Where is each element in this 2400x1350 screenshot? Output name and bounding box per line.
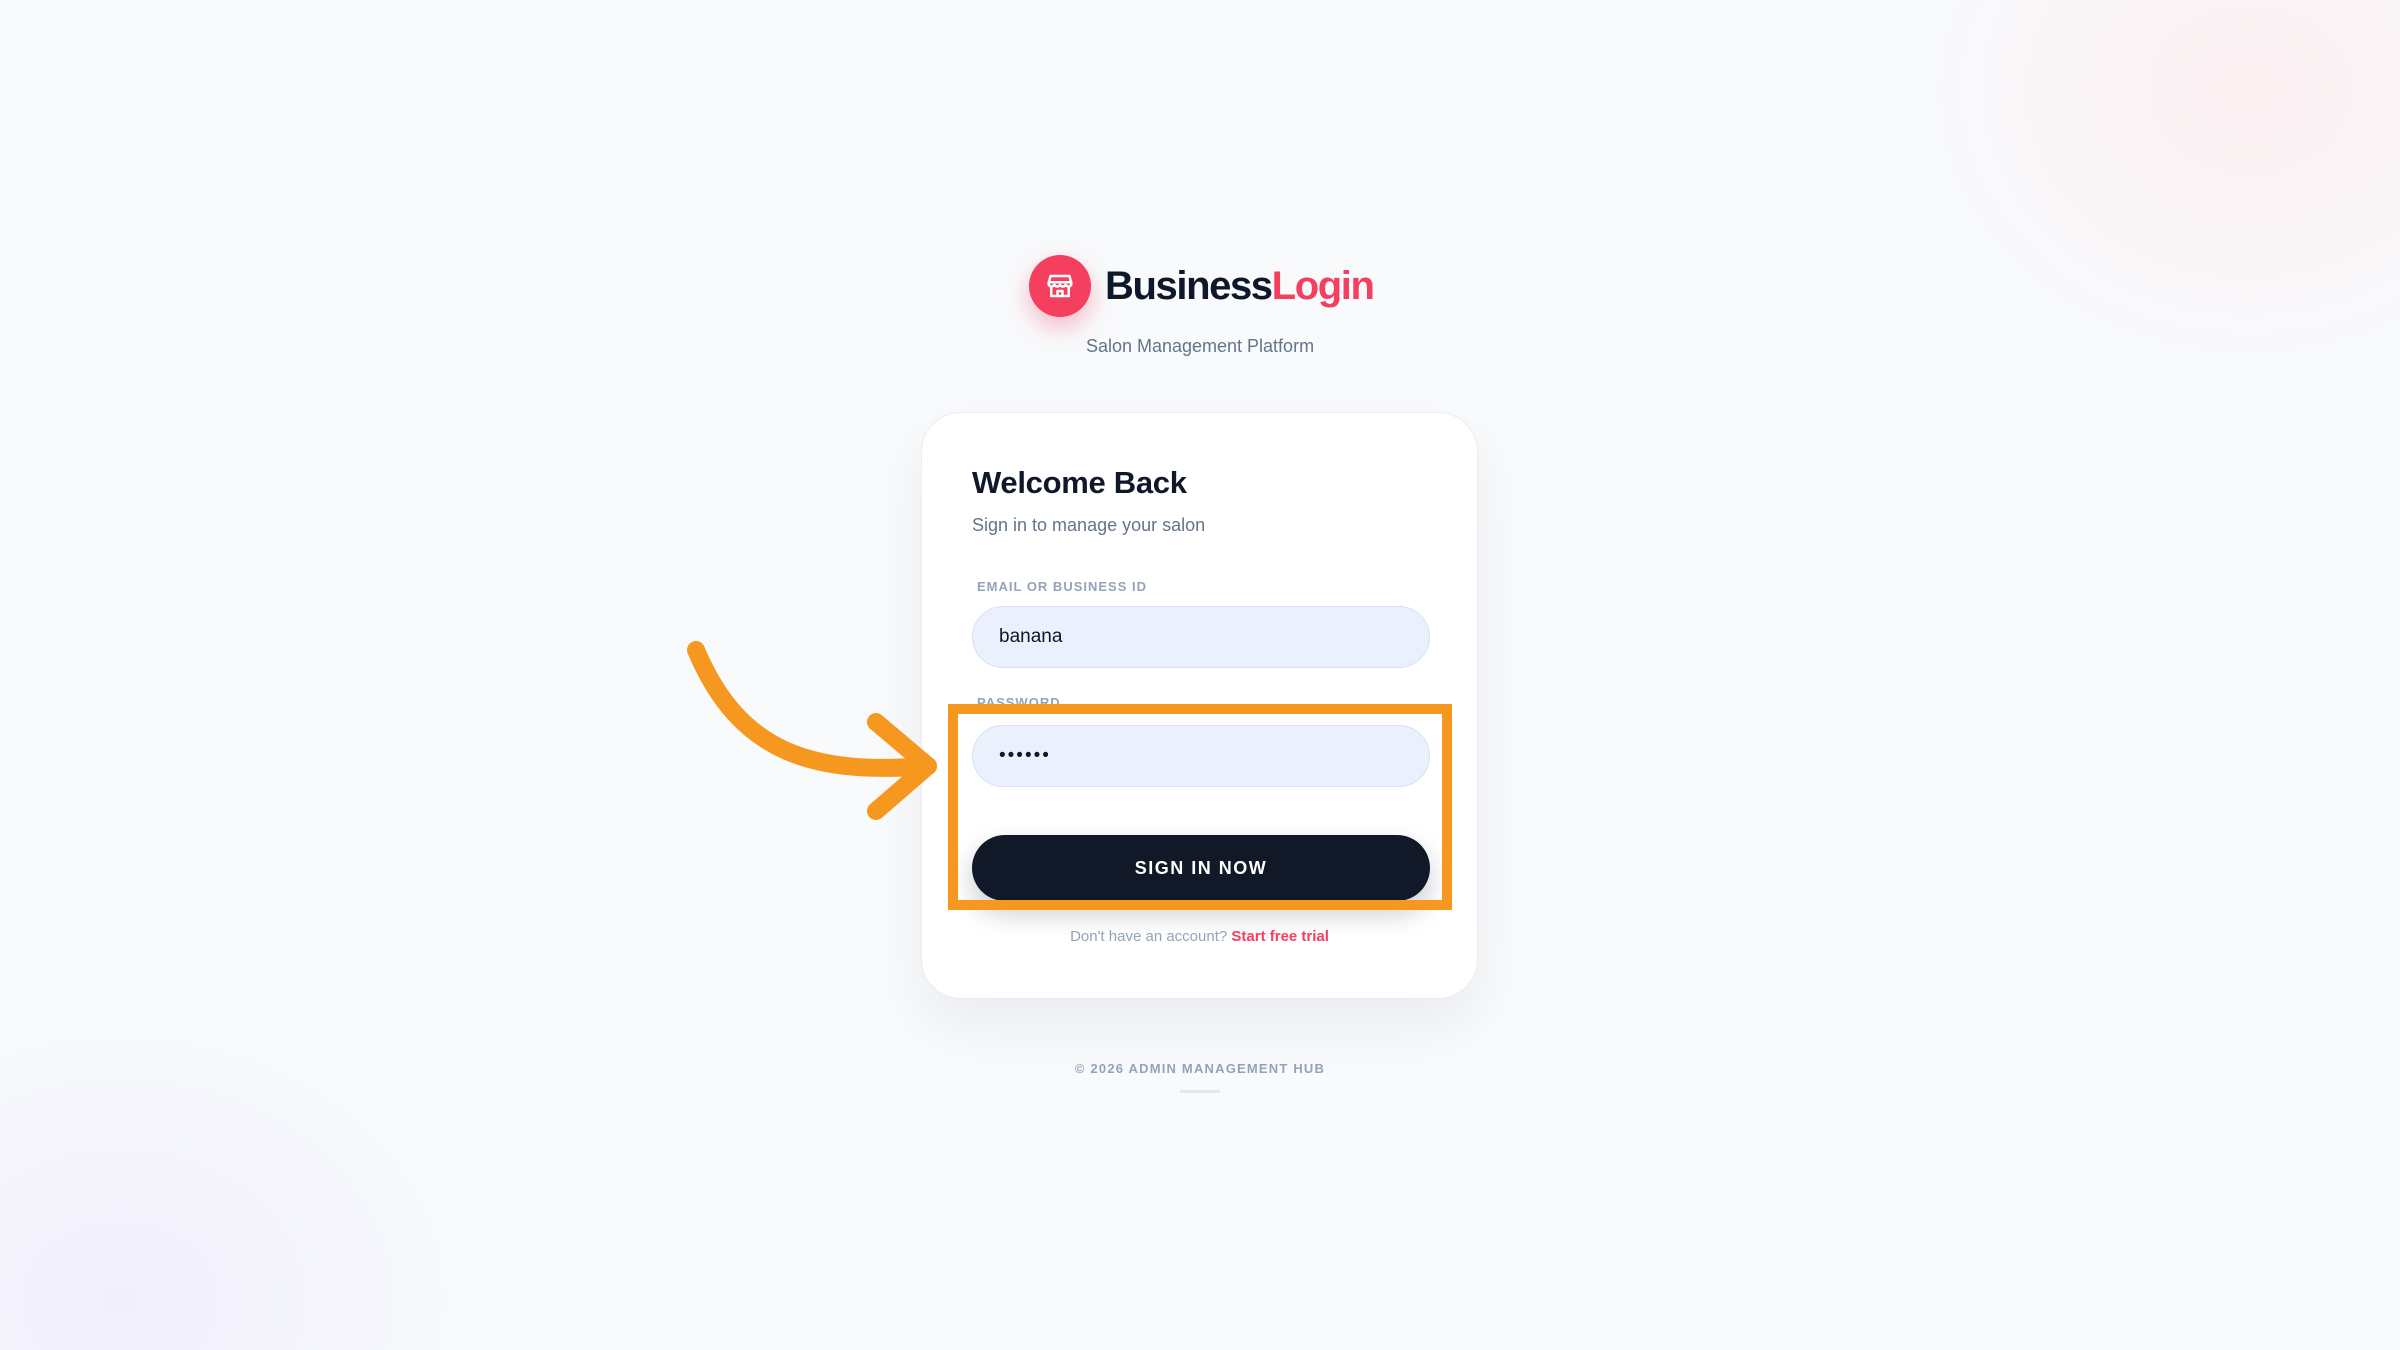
password-label: PASSWORD (977, 695, 1061, 710)
brand-name: BusinessLogin (1105, 263, 1375, 309)
signup-prompt: Don't have an account? Start free trial (922, 928, 1477, 945)
brand-name-primary: Business (1105, 263, 1273, 308)
login-card: Welcome Back Sign in to manage your salo… (921, 412, 1478, 999)
storefront-icon (1029, 255, 1091, 317)
signup-prompt-text: Don't have an account? (1070, 928, 1228, 945)
annotation-arrow-icon (687, 641, 937, 820)
email-input[interactable] (972, 606, 1430, 668)
brand-name-accent: Login (1271, 263, 1375, 308)
card-title: Welcome Back (972, 465, 1187, 500)
brand-header: BusinessLogin (1029, 255, 1375, 317)
start-free-trial-link[interactable]: Start free trial (1231, 928, 1329, 945)
footer-divider (1180, 1090, 1220, 1093)
brand-tagline: Salon Management Platform (1085, 336, 1315, 356)
sign-in-button[interactable]: SIGN IN NOW (972, 835, 1430, 901)
email-label: EMAIL OR BUSINESS ID (977, 579, 1148, 594)
footer-copyright: © 2026 ADMIN MANAGEMENT HUB (1074, 1061, 1326, 1076)
card-subtitle: Sign in to manage your salon (972, 515, 1206, 535)
password-input[interactable] (972, 725, 1430, 787)
